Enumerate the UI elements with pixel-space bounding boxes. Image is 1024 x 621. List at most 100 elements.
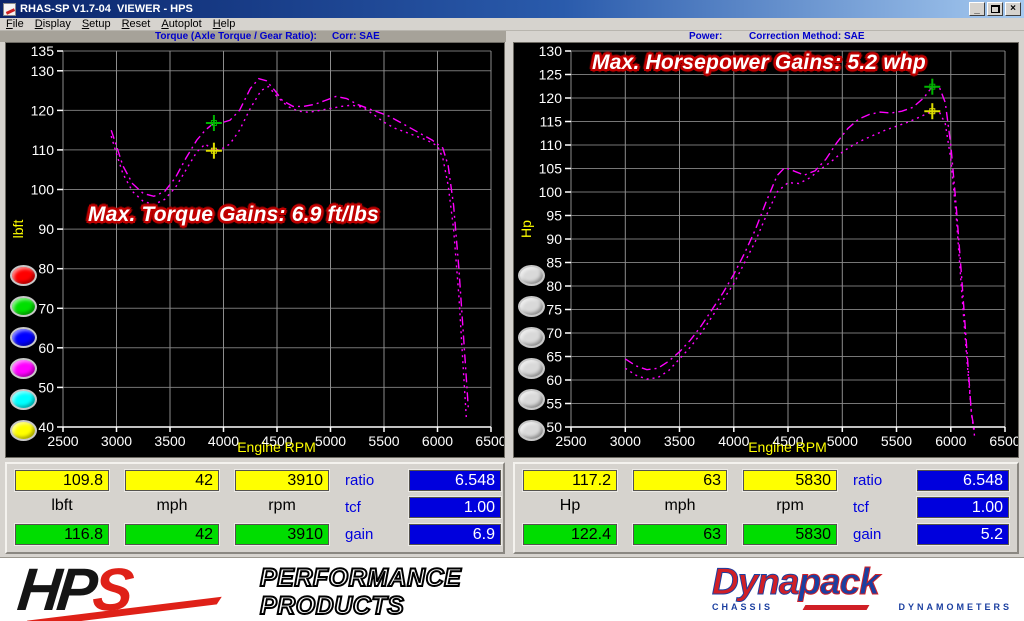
- dynapack-red-bar-icon: [802, 605, 869, 610]
- svg-text:130: 130: [31, 63, 55, 79]
- power-tcf-value: 1.00: [917, 497, 1009, 518]
- power-trace-buttons: [518, 265, 545, 441]
- dynapack-dynamometers-text: DYNAMOMETERS: [898, 602, 1012, 612]
- torque-tcf-value: 1.00: [409, 497, 501, 518]
- svg-text:110: 110: [540, 137, 563, 153]
- menu-reset[interactable]: Reset: [122, 18, 151, 30]
- menu-autoplot[interactable]: Autoplot: [161, 18, 201, 30]
- power-x-axis-label: Engine RPM: [570, 439, 1005, 455]
- torque-ratio-value: 6.548: [409, 470, 501, 491]
- torque-baseline-value: 109.8: [15, 470, 109, 491]
- svg-text:125: 125: [539, 67, 563, 83]
- restore-button[interactable]: [987, 2, 1003, 16]
- torque-x-axis-label: Engine RPM: [62, 439, 491, 455]
- torque-data-panel: 109.8 lbft 116.8 42 mph 42 3910 rpm 3910…: [5, 462, 505, 554]
- window-title: RHAS-SP V1.7-04 VIEWER - HPS: [20, 3, 193, 15]
- power-modified-value: 122.4: [523, 524, 617, 545]
- power-ratio-label: ratio: [853, 470, 909, 491]
- dynapack-tagline: CHASSIS DYNAMOMETERS: [712, 602, 1012, 612]
- app-icon: [3, 3, 16, 16]
- power-tcf-label: tcf: [853, 497, 909, 518]
- trace-button-4[interactable]: [518, 358, 545, 379]
- dynapack-pack-text: pack: [798, 561, 878, 602]
- svg-text:90: 90: [546, 231, 562, 247]
- power-header-strip: Power: Correction Method: SAE: [506, 31, 1024, 42]
- power-ratio-value: 6.548: [917, 470, 1009, 491]
- trace-button-2[interactable]: [518, 296, 545, 317]
- torque-trace-buttons: [10, 265, 37, 441]
- hps-tagline-line2: PRODUCTS: [260, 593, 461, 621]
- torque-gains-annotation: Max. Torque Gains: 6.9 ft/lbs: [88, 203, 379, 227]
- torque-unit-label: lbft: [15, 497, 109, 517]
- trace-button-magenta[interactable]: [10, 358, 37, 379]
- torque-tcf-label: tcf: [345, 497, 401, 518]
- restore-icon: [991, 5, 1000, 13]
- hps-logo: HPS PERFORMANCE PRODUCTS: [18, 559, 468, 621]
- title-bar: RHAS-SP V1.7-04 VIEWER - HPS _ ×: [0, 0, 1024, 18]
- torque-correction-label: Corr: SAE: [332, 31, 380, 42]
- hps-hp-text: HP: [14, 556, 96, 621]
- svg-text:110: 110: [32, 142, 55, 158]
- torque-baseline-mph: 42: [125, 470, 219, 491]
- trace-button-green[interactable]: [10, 296, 37, 317]
- power-modified-mph: 63: [633, 524, 727, 545]
- close-button[interactable]: ×: [1005, 2, 1021, 16]
- power-chart-plot[interactable]: 5055606570758085909510010511011512012513…: [514, 43, 1018, 457]
- svg-text:65: 65: [546, 349, 562, 365]
- menu-display[interactable]: Display: [35, 18, 71, 30]
- menu-file[interactable]: File: [6, 18, 24, 30]
- power-mph-label: mph: [633, 497, 727, 517]
- trace-button-5[interactable]: [518, 389, 545, 410]
- power-baseline-value: 117.2: [523, 470, 617, 491]
- trace-button-yellow[interactable]: [10, 420, 37, 441]
- minimize-button[interactable]: _: [969, 2, 985, 16]
- svg-text:120: 120: [539, 90, 563, 106]
- dynapack-dyna-text: Dyna: [712, 561, 798, 602]
- dynapack-logo: Dynapack CHASSIS DYNAMOMETERS: [712, 563, 1012, 619]
- power-gains-annotation: Max. Horsepower Gains: 5.2 whp: [592, 51, 926, 75]
- power-chart-panel: 5055606570758085909510010511011512012513…: [513, 42, 1019, 458]
- svg-text:95: 95: [546, 208, 562, 224]
- svg-text:100: 100: [31, 182, 55, 198]
- trace-button-1[interactable]: [518, 265, 545, 286]
- hps-tagline: PERFORMANCE PRODUCTS: [260, 565, 461, 620]
- menu-setup[interactable]: Setup: [82, 18, 111, 30]
- torque-modified-mph: 42: [125, 524, 219, 545]
- torque-modified-rpm: 3910: [235, 524, 329, 545]
- torque-chart-plot[interactable]: 4050607080901001101201301352500300035004…: [6, 43, 504, 457]
- torque-header-label: Torque (Axle Torque / Gear Ratio):: [155, 31, 317, 42]
- power-baseline-rpm: 5830: [743, 470, 837, 491]
- torque-gain-label: gain: [345, 524, 401, 545]
- trace-button-cyan[interactable]: [10, 389, 37, 410]
- dynapack-wordmark: Dynapack: [712, 563, 1012, 600]
- power-rpm-label: rpm: [743, 497, 837, 517]
- power-baseline-mph: 63: [633, 470, 727, 491]
- trace-button-3[interactable]: [518, 327, 545, 348]
- svg-text:60: 60: [546, 372, 562, 388]
- power-y-axis-label: Hp: [518, 209, 534, 249]
- power-unit-label: Hp: [523, 497, 617, 517]
- power-header-label: Power:: [689, 31, 722, 42]
- svg-text:90: 90: [38, 221, 54, 237]
- hps-tagline-line1: PERFORMANCE: [260, 565, 461, 593]
- torque-rpm-label: rpm: [235, 497, 329, 517]
- power-correction-label: Correction Method: SAE: [749, 31, 865, 42]
- svg-text:120: 120: [31, 102, 55, 118]
- torque-ratio-label: ratio: [345, 470, 401, 491]
- svg-text:85: 85: [546, 255, 562, 271]
- svg-text:70: 70: [546, 325, 562, 341]
- power-data-panel: 117.2 Hp 122.4 63 mph 63 5830 rpm 5830 r…: [513, 462, 1019, 554]
- svg-text:115: 115: [540, 114, 563, 130]
- power-gain-label: gain: [853, 524, 909, 545]
- info-strip: Torque (Axle Torque / Gear Ratio): Corr:…: [0, 31, 1024, 42]
- power-modified-rpm: 5830: [743, 524, 837, 545]
- trace-button-6[interactable]: [518, 420, 545, 441]
- torque-header-strip: Torque (Axle Torque / Gear Ratio): Corr:…: [0, 31, 506, 42]
- svg-text:55: 55: [546, 396, 562, 412]
- trace-button-blue[interactable]: [10, 327, 37, 348]
- svg-text:70: 70: [38, 300, 54, 316]
- svg-text:60: 60: [38, 340, 54, 356]
- svg-text:80: 80: [546, 278, 562, 294]
- trace-button-red[interactable]: [10, 265, 37, 286]
- menu-help[interactable]: Help: [213, 18, 236, 30]
